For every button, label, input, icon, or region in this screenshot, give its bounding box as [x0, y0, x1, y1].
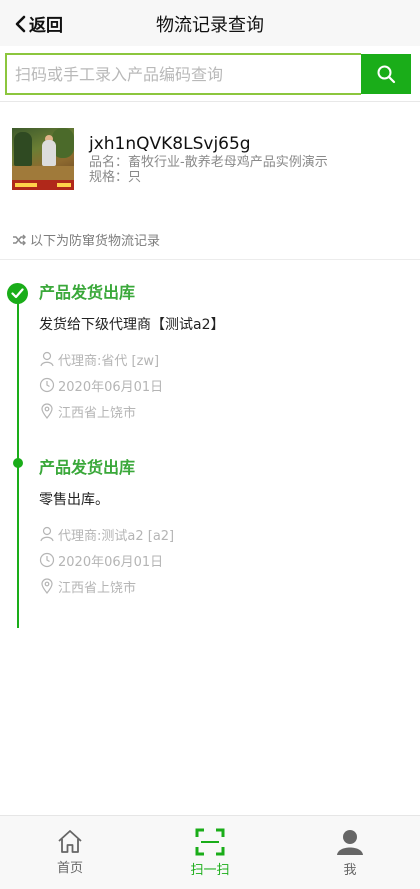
record-location: 江西省上饶市 [39, 576, 174, 596]
record-title: 产品发货出库 [39, 283, 136, 302]
divider [0, 101, 420, 102]
record-date: 2020年06月01日 [39, 375, 225, 395]
clock-icon [39, 377, 55, 393]
back-label: 返回 [29, 16, 63, 36]
record-desc: 发货给下级代理商【测试a2】 [39, 317, 225, 333]
home-icon [58, 830, 82, 853]
back-button[interactable]: 返回 [14, 11, 63, 36]
record-location: 江西省上饶市 [39, 401, 225, 421]
record-desc: 零售出库。 [39, 492, 109, 508]
record-title: 产品发货出库 [39, 458, 136, 477]
record-agent: 代理商:测试a2 [a2] [39, 524, 174, 544]
user-outline-icon [40, 526, 54, 542]
search-icon [377, 65, 396, 84]
location-pin-icon [41, 403, 53, 419]
tab-home[interactable]: 首页 [0, 816, 140, 889]
tab-home-label: 首页 [56, 861, 83, 876]
scan-icon [195, 828, 225, 856]
timeline-dot [13, 458, 23, 468]
tab-scan[interactable]: 扫一扫 [140, 816, 280, 889]
product-code: jxh1nQVK8LSvj65g [89, 134, 251, 154]
product-image [12, 128, 74, 190]
divider [0, 259, 420, 260]
records-hint: 以下为防窜货物流记录 [12, 230, 160, 249]
user-outline-icon [40, 351, 54, 367]
record-item: 产品发货出库 发货给下级代理商【测试a2】 代理商:省代 [zw] 2020年0… [39, 283, 225, 421]
tab-me[interactable]: 我 [280, 816, 420, 889]
page-title: 物流记录查询 [156, 15, 264, 36]
record-item: 产品发货出库 零售出库。 代理商:测试a2 [a2] 2020年06月01日 江… [39, 458, 174, 596]
search-bar [5, 53, 411, 95]
location-pin-icon [41, 578, 53, 594]
product-spec: 规格：只 [89, 170, 142, 185]
top-bar: 返回 物流记录查询 [0, 0, 420, 46]
shuffle-icon [13, 234, 26, 245]
bottom-tab-bar: 首页 扫一扫 我 [0, 815, 420, 889]
records-hint-text: 以下为防窜货物流记录 [30, 234, 161, 249]
clock-icon [39, 552, 55, 568]
product-name: 品名：畜牧行业-散养老母鸡产品实例演示 [89, 155, 328, 170]
user-icon [337, 830, 363, 855]
record-agent: 代理商:省代 [zw] [39, 349, 225, 369]
chevron-left-icon [15, 15, 26, 32]
product-card: jxh1nQVK8LSvj65g 品名：畜牧行业-散养老母鸡产品实例演示 规格：… [12, 128, 328, 190]
check-circle-icon [7, 283, 28, 304]
search-button[interactable] [361, 54, 411, 94]
record-date: 2020年06月01日 [39, 550, 174, 570]
search-input[interactable] [5, 53, 361, 95]
tab-scan-label: 扫一扫 [190, 863, 230, 878]
tab-me-label: 我 [343, 863, 357, 878]
